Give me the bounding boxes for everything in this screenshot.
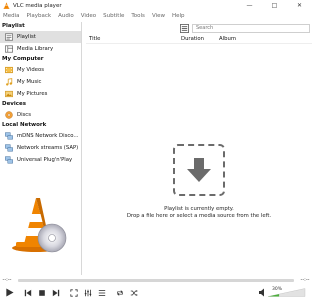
window-title: VLC media player xyxy=(13,2,62,9)
sidebar-item-label: Universal Plug'n'Play xyxy=(17,157,73,163)
sidebar-item-upnp[interactable]: Universal Plug'n'Play xyxy=(0,154,81,166)
sidebar-item-label: My Music xyxy=(17,79,42,85)
close-icon: ✕ xyxy=(296,2,303,9)
menu-view[interactable]: View xyxy=(152,13,165,19)
network-icon xyxy=(5,132,13,140)
column-album[interactable]: Album xyxy=(219,36,279,42)
network-icon xyxy=(5,156,13,164)
next-button[interactable] xyxy=(50,287,61,298)
equalizer-icon xyxy=(84,289,91,296)
search-input[interactable]: Search xyxy=(192,23,310,33)
music-icon xyxy=(6,78,13,86)
empty-hint: Drop a file here or select a media sourc… xyxy=(126,213,272,219)
elapsed-time: --:-- xyxy=(2,277,12,283)
playlist-icon xyxy=(5,33,13,41)
sidebar-item-label: Media Library xyxy=(17,46,54,52)
search-row: Search xyxy=(180,23,312,33)
next-icon xyxy=(52,289,59,296)
sidebar-item-label: Playlist xyxy=(17,34,36,40)
sidebar-item-label: My Pictures xyxy=(17,91,48,97)
volume-percent: 30% xyxy=(272,287,283,292)
minimize-icon: — xyxy=(246,2,253,9)
play-button[interactable] xyxy=(4,287,15,298)
sidebar-item-network-streams[interactable]: Network streams (SAP) xyxy=(0,142,81,154)
sidebar-item-my-music[interactable]: My Music xyxy=(0,76,81,88)
extended-settings-button[interactable] xyxy=(82,287,93,298)
network-icon xyxy=(5,144,13,152)
minimize-button[interactable]: — xyxy=(237,0,262,11)
vlc-cone-artwork xyxy=(12,198,67,253)
previous-icon xyxy=(24,289,31,296)
section-header-my-computer: My Computer xyxy=(2,56,44,62)
vlc-cone-icon xyxy=(3,2,10,9)
sidebar: Playlist Playlist Media Library My Compu… xyxy=(0,22,82,275)
sidebar-item-mdns[interactable]: mDNS Network Disco... xyxy=(0,130,81,142)
menu-media[interactable]: Media xyxy=(3,13,20,19)
sidebar-item-media-library[interactable]: Media Library xyxy=(0,43,81,55)
title-bar: VLC media player — □ ✕ xyxy=(0,0,312,11)
menu-bar: Media Playback Audio Video Subtitle Tool… xyxy=(0,11,312,21)
sidebar-item-discs[interactable]: Discs xyxy=(0,109,81,121)
shuffle-icon xyxy=(130,289,138,296)
shuffle-button[interactable] xyxy=(128,287,139,298)
section-header-devices: Devices xyxy=(2,101,27,107)
download-arrow-icon xyxy=(187,158,211,182)
sidebar-item-playlist[interactable]: Playlist xyxy=(0,31,81,43)
section-header-playlist: Playlist xyxy=(2,23,25,29)
sidebar-item-my-pictures[interactable]: My Pictures xyxy=(0,88,81,100)
fullscreen-icon xyxy=(69,288,78,297)
sidebar-item-label: Network streams (SAP) xyxy=(17,145,79,151)
menu-playback[interactable]: Playback xyxy=(27,13,52,19)
column-duration[interactable]: Duration xyxy=(181,36,219,42)
seek-slider[interactable] xyxy=(18,278,294,282)
sidebar-item-label: My Videos xyxy=(17,67,44,73)
toggle-playlist-button[interactable] xyxy=(96,287,107,298)
maximize-button[interactable]: □ xyxy=(262,0,287,11)
speaker-icon[interactable] xyxy=(259,288,264,297)
loop-button[interactable] xyxy=(114,287,125,298)
menu-help[interactable]: Help xyxy=(172,13,185,19)
playlist-area[interactable]: Title Duration Album Playlist is current… xyxy=(86,34,312,274)
sidebar-item-label: Discs xyxy=(17,112,31,118)
fullscreen-button[interactable] xyxy=(68,287,79,298)
column-title[interactable]: Title xyxy=(86,36,181,42)
menu-video[interactable]: Video xyxy=(81,13,96,19)
stop-icon xyxy=(38,289,45,296)
close-button[interactable]: ✕ xyxy=(287,0,312,11)
menu-audio[interactable]: Audio xyxy=(58,13,74,19)
empty-message: Playlist is currently empty. xyxy=(164,206,234,212)
sidebar-item-label: mDNS Network Disco... xyxy=(17,133,79,139)
videos-icon xyxy=(5,66,13,74)
menu-tools[interactable]: Tools xyxy=(131,13,145,19)
previous-button[interactable] xyxy=(22,287,33,298)
stop-button[interactable] xyxy=(36,287,47,298)
playlist-view-icon[interactable] xyxy=(180,23,189,33)
loop-icon xyxy=(116,289,123,296)
menu-subtitle[interactable]: Subtitle xyxy=(103,13,124,19)
pictures-icon xyxy=(5,90,13,98)
drop-zone[interactable] xyxy=(173,144,225,196)
maximize-icon: □ xyxy=(271,2,278,9)
media-library-icon xyxy=(5,45,13,53)
sidebar-item-my-videos[interactable]: My Videos xyxy=(0,64,81,76)
section-header-local-network: Local Network xyxy=(2,122,47,128)
playlist-column-headers: Title Duration Album xyxy=(86,34,312,44)
seek-row: --:-- --:-- xyxy=(0,276,312,284)
playlist-toggle-icon xyxy=(98,289,105,296)
play-icon xyxy=(6,288,14,297)
disc-icon xyxy=(5,111,13,119)
remaining-time: --:-- xyxy=(300,277,310,283)
